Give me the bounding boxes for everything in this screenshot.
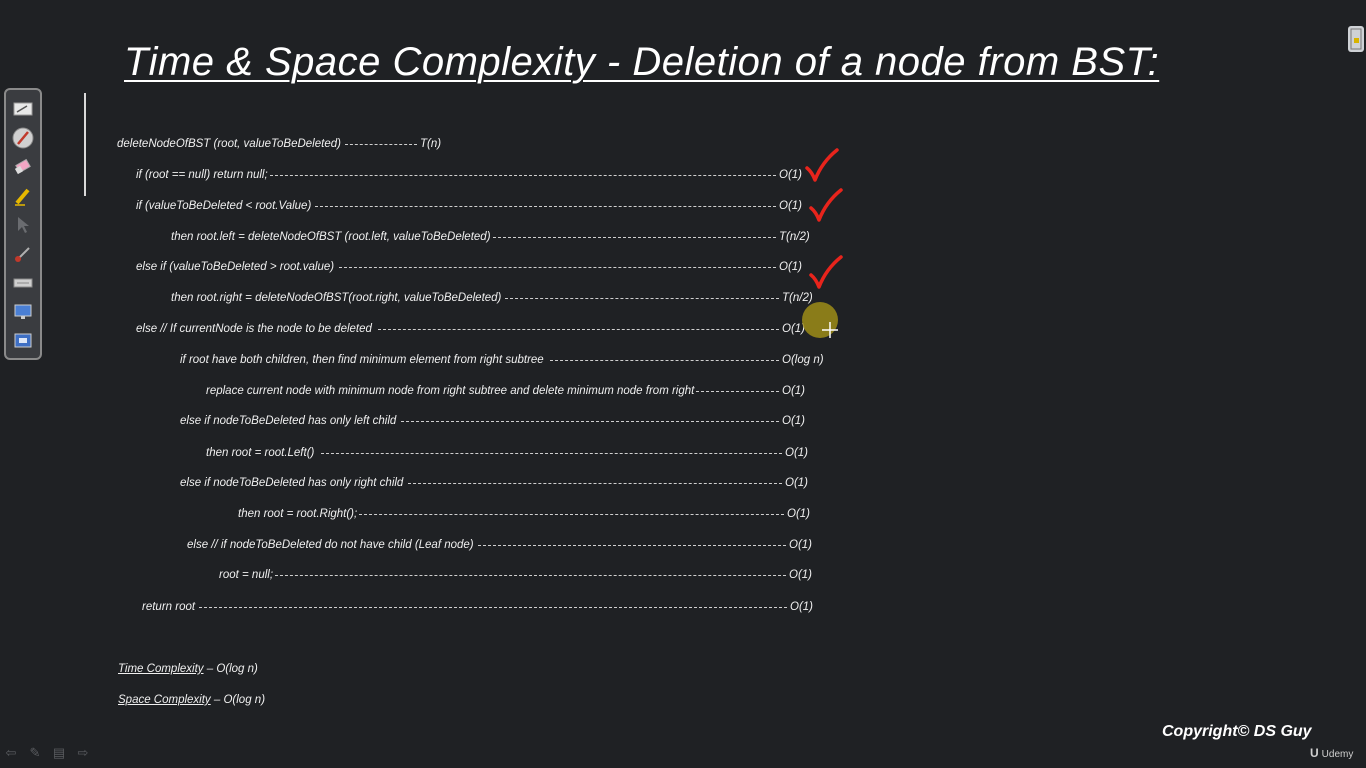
- dashed-leader: [359, 514, 784, 515]
- line-complexity: O(1): [782, 385, 805, 397]
- dashed-leader: [696, 391, 779, 392]
- time-complexity-value: – O(log n): [206, 663, 258, 675]
- crosshair-cursor-icon: [822, 322, 838, 338]
- space-complexity: Space Complexity – O(log n): [118, 694, 265, 706]
- pseudocode-statement: else if nodeToBeDeleted has only left ch…: [180, 415, 397, 427]
- keyboard-icon[interactable]: [11, 272, 35, 294]
- time-complexity: Time Complexity – O(log n): [118, 663, 258, 675]
- dashed-leader: [315, 206, 776, 207]
- copyright-text: Copyright© DS Guy: [1162, 723, 1312, 740]
- line-complexity: O(1): [787, 508, 810, 520]
- dashed-leader: [478, 545, 786, 546]
- slide-title: Time & Space Complexity - Deletion of a …: [124, 40, 1160, 84]
- dashed-leader: [378, 329, 779, 330]
- screen-icon[interactable]: [11, 301, 35, 323]
- dashed-leader: [493, 237, 776, 238]
- line-complexity: O(1): [779, 169, 802, 181]
- line-complexity: O(1): [782, 415, 805, 427]
- line-complexity: O(1): [785, 477, 808, 489]
- divider-bar: [84, 93, 86, 196]
- pseudocode-statement: if (valueToBeDeleted < root.Value): [136, 200, 312, 212]
- pseudocode-statement: deleteNodeOfBST (root, valueToBeDeleted): [117, 138, 341, 150]
- dashed-leader: [505, 298, 779, 299]
- pseudocode-statement: if root have both children, then find mi…: [180, 354, 544, 366]
- checkmark-icon: [809, 188, 843, 222]
- dashed-leader: [270, 175, 776, 176]
- time-complexity-label: Time Complexity: [118, 663, 204, 675]
- pseudocode-statement: then root = root.Right();: [238, 508, 358, 520]
- space-complexity-value: – O(log n): [213, 694, 266, 706]
- line-complexity: T(n): [420, 138, 442, 150]
- line-complexity: O(1): [782, 323, 805, 335]
- pseudocode-statement: then root.right = deleteNodeOfBST(root.r…: [171, 292, 502, 304]
- checkmark-icon: [809, 255, 843, 289]
- dashed-leader: [345, 144, 417, 145]
- line-complexity: O(1): [790, 601, 813, 613]
- pen-icon[interactable]: [11, 127, 35, 149]
- screen-switch-icon[interactable]: [11, 330, 35, 352]
- line-complexity: T(n/2): [779, 231, 810, 243]
- dashed-leader: [321, 453, 782, 454]
- line-complexity: T(n/2): [782, 292, 813, 304]
- line-complexity: O(1): [779, 200, 802, 212]
- pseudocode-statement: else if (valueToBeDeleted > root.value): [136, 261, 335, 273]
- pointer-icon[interactable]: [11, 214, 35, 236]
- window-corner-button[interactable]: [1348, 26, 1364, 52]
- pseudocode-statement: root = null;: [219, 569, 274, 581]
- udemy-logo-icon: U: [1310, 746, 1319, 760]
- pseudocode-statement: else // if nodeToBeDeleted do not have c…: [187, 539, 474, 551]
- line-complexity: O(1): [785, 447, 808, 459]
- dashed-leader: [401, 421, 779, 422]
- dashed-leader: [339, 267, 776, 268]
- line-complexity: O(log n): [782, 354, 824, 366]
- pseudocode-statement: return root: [142, 601, 196, 613]
- eraser-icon[interactable]: [11, 156, 35, 178]
- presentation-slide: Time & Space Complexity - Deletion of a …: [0, 0, 1366, 768]
- dashed-leader: [275, 575, 786, 576]
- pseudocode-statement: replace current node with minimum node f…: [206, 385, 695, 397]
- menu-icon[interactable]: ▤: [52, 746, 66, 760]
- pseudocode-statement: then root = root.Left(): [206, 447, 315, 459]
- udemy-brand-name: Udemy: [1321, 749, 1354, 760]
- line-complexity: O(1): [779, 261, 802, 273]
- sheet-icon: [1350, 28, 1362, 50]
- dashed-leader: [408, 483, 782, 484]
- back-arrow-icon[interactable]: ⇦: [4, 746, 18, 760]
- annotation-toolbar: [4, 88, 42, 360]
- space-complexity-label: Space Complexity: [118, 694, 211, 706]
- checkmark-icon: [805, 148, 839, 182]
- dashed-leader: [550, 360, 779, 361]
- forward-arrow-icon[interactable]: ⇨: [76, 746, 90, 760]
- line-complexity: O(1): [789, 539, 812, 551]
- slide-view-icon[interactable]: [11, 98, 35, 120]
- pen-icon[interactable]: ✎: [28, 746, 42, 760]
- pseudocode-statement: else if nodeToBeDeleted has only right c…: [180, 477, 404, 489]
- pseudocode-statement: else // If currentNode is the node to be…: [136, 323, 372, 335]
- pseudocode-statement: then root.left = deleteNodeOfBST (root.l…: [171, 231, 491, 243]
- pseudocode-statement: if (root == null) return null;: [136, 169, 268, 181]
- slide-navigation: ⇦ ✎ ▤ ⇨: [4, 744, 94, 762]
- dashed-leader: [199, 607, 787, 608]
- line-complexity: O(1): [789, 569, 812, 581]
- brush-icon[interactable]: [11, 243, 35, 265]
- udemy-watermark: U Udemy: [1310, 746, 1353, 760]
- highlighter-icon[interactable]: [11, 185, 35, 207]
